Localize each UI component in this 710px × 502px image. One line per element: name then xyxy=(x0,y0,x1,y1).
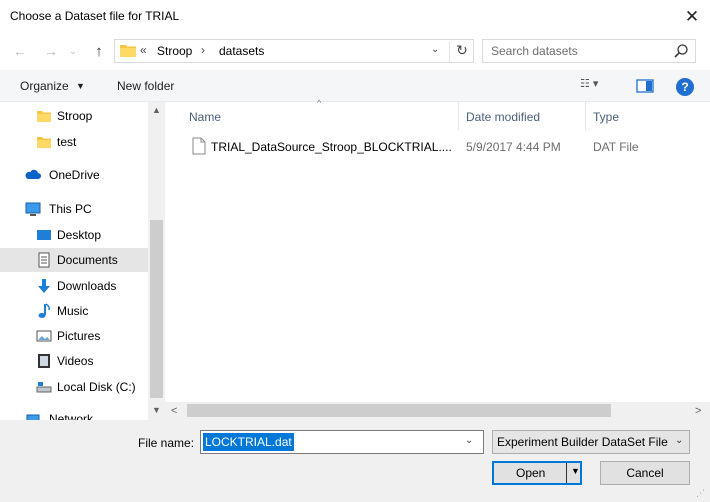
desktop-icon xyxy=(37,230,51,240)
address-row: ← → ⌄ ↑ « Stroop › datasets ⌄ ↻ Search d… xyxy=(0,34,710,70)
cloud-icon xyxy=(25,169,41,179)
recent-locations-button[interactable]: ⌄ xyxy=(66,40,80,62)
scroll-up-icon[interactable]: ▲ xyxy=(148,102,165,119)
scrollbar-thumb[interactable] xyxy=(187,404,611,417)
file-name: TRIAL_DataSource_Stroop_BLOCKTRIAL.... xyxy=(211,140,452,154)
scroll-left-icon[interactable]: < xyxy=(171,402,177,420)
search-icon[interactable] xyxy=(673,43,689,59)
nav-item-label: test xyxy=(57,135,77,149)
file-name-label: File name: xyxy=(138,436,195,450)
file-type-value: Experiment Builder DataSet File xyxy=(497,435,668,449)
file-row[interactable]: TRIAL_DataSource_Stroop_BLOCKTRIAL.... 5… xyxy=(185,135,705,159)
nav-item-stroop[interactable]: Stroop xyxy=(0,104,148,128)
download-icon xyxy=(38,279,50,293)
file-type: DAT File xyxy=(593,140,639,154)
open-dropdown-icon[interactable]: ▼ xyxy=(571,466,580,476)
nav-item-local-disk[interactable]: Local Disk (C:) xyxy=(0,375,148,399)
network-icon xyxy=(26,414,40,420)
folder-icon xyxy=(37,111,51,122)
music-icon xyxy=(38,303,50,318)
close-button[interactable]: ✕ xyxy=(676,2,708,32)
nav-item-label: Music xyxy=(57,304,89,318)
breadcrumb-separator[interactable]: › xyxy=(201,43,205,57)
disk-icon xyxy=(36,382,52,393)
horizontal-scrollbar[interactable]: < > xyxy=(165,402,710,420)
file-date: 5/9/2017 4:44 PM xyxy=(466,140,561,154)
search-placeholder: Search datasets xyxy=(491,44,578,58)
address-bar[interactable]: « Stroop › datasets ⌄ ↻ xyxy=(114,39,474,63)
nav-item-label: Network xyxy=(49,412,94,420)
search-input[interactable]: Search datasets xyxy=(482,39,696,63)
nav-item-label: OneDrive xyxy=(49,168,100,182)
documents-icon xyxy=(38,252,50,268)
open-button-label: Open xyxy=(516,466,546,480)
scrollbar-thumb[interactable] xyxy=(150,220,163,398)
file-name-dropdown-icon[interactable]: ⌄ xyxy=(465,435,473,446)
title-bar: Choose a Dataset file for TRIAL ✕ xyxy=(0,0,710,34)
pictures-icon xyxy=(36,330,52,342)
file-type-select[interactable]: Experiment Builder DataSet File ⌄ xyxy=(492,430,690,454)
column-divider[interactable] xyxy=(585,102,586,130)
organize-button[interactable]: Organize xyxy=(20,79,69,93)
file-icon xyxy=(192,137,206,155)
folder-icon xyxy=(37,137,51,148)
open-split-divider xyxy=(566,463,567,483)
nav-item-label: Documents xyxy=(57,253,118,267)
breadcrumb-stroop[interactable]: Stroop xyxy=(157,44,192,58)
computer-icon xyxy=(25,202,41,216)
scroll-down-icon[interactable]: ▼ xyxy=(148,402,165,419)
back-button[interactable]: ← xyxy=(9,40,31,62)
resize-grip-icon[interactable]: ⋰ xyxy=(696,488,708,500)
nav-item-pictures[interactable]: Pictures xyxy=(0,324,148,348)
file-name-value[interactable]: LOCKTRIAL.dat xyxy=(203,433,294,451)
nav-item-label: Desktop xyxy=(57,228,102,242)
navigation-pane[interactable]: Stroop test OneDrive This PC Desktop Doc… xyxy=(0,102,165,420)
address-overflow-chevron[interactable]: « xyxy=(140,43,147,57)
address-dropdown-icon[interactable]: ⌄ xyxy=(431,44,439,55)
command-toolbar: Organize ▼ New folder ☷ ▾ ? xyxy=(0,70,710,102)
column-header-date-modified[interactable]: Date modified xyxy=(466,110,540,124)
nav-item-this-pc[interactable]: This PC xyxy=(0,197,148,221)
file-name-input[interactable]: LOCKTRIAL.dat ⌄ xyxy=(200,430,484,454)
organize-dropdown-icon[interactable]: ▼ xyxy=(76,81,85,91)
nav-item-label: Stroop xyxy=(57,109,93,123)
column-header-name[interactable]: Name xyxy=(189,110,221,124)
change-view-icon[interactable]: ☷ ▾ xyxy=(580,77,620,95)
nav-item-label: Downloads xyxy=(57,279,117,293)
column-divider[interactable] xyxy=(458,102,459,130)
nav-item-downloads[interactable]: Downloads xyxy=(0,274,148,298)
folder-icon xyxy=(120,45,136,57)
nav-item-label: Pictures xyxy=(57,329,101,343)
file-type-dropdown-icon[interactable]: ⌄ xyxy=(675,435,683,446)
file-list[interactable]: ^ Name Date modified Type TRIAL_DataSour… xyxy=(165,98,710,402)
refresh-icon[interactable]: ↻ xyxy=(449,42,474,62)
nav-item-music[interactable]: Music xyxy=(0,299,148,323)
dialog-footer: File name: LOCKTRIAL.dat ⌄ Experiment Bu… xyxy=(0,420,710,502)
nav-item-videos[interactable]: Videos xyxy=(0,349,148,373)
cancel-button[interactable]: Cancel xyxy=(600,461,690,485)
forward-button[interactable]: → xyxy=(40,40,62,62)
new-folder-button[interactable]: New folder xyxy=(117,79,174,93)
nav-item-label: Videos xyxy=(57,354,94,368)
videos-icon xyxy=(38,354,50,368)
sort-ascending-icon: ^ xyxy=(317,98,322,108)
open-button[interactable]: Open ▼ xyxy=(492,461,582,485)
help-icon[interactable]: ? xyxy=(676,78,694,96)
nav-item-onedrive[interactable]: OneDrive xyxy=(0,163,148,187)
preview-pane-icon[interactable] xyxy=(636,78,654,94)
nav-item-label: Local Disk (C:) xyxy=(57,380,136,394)
nav-item-desktop[interactable]: Desktop xyxy=(0,223,148,247)
column-header-type[interactable]: Type xyxy=(593,110,619,124)
scroll-right-icon[interactable]: > xyxy=(695,402,701,420)
up-button[interactable]: ↑ xyxy=(88,40,110,62)
nav-item-network[interactable]: Network xyxy=(0,407,148,420)
nav-item-test[interactable]: test xyxy=(0,130,148,154)
nav-item-label: This PC xyxy=(49,202,92,216)
nav-scrollbar[interactable]: ▲ ▼ xyxy=(148,102,165,420)
breadcrumb-datasets[interactable]: datasets xyxy=(219,44,264,58)
nav-item-documents[interactable]: Documents xyxy=(0,248,148,272)
window-title: Choose a Dataset file for TRIAL xyxy=(10,9,180,23)
